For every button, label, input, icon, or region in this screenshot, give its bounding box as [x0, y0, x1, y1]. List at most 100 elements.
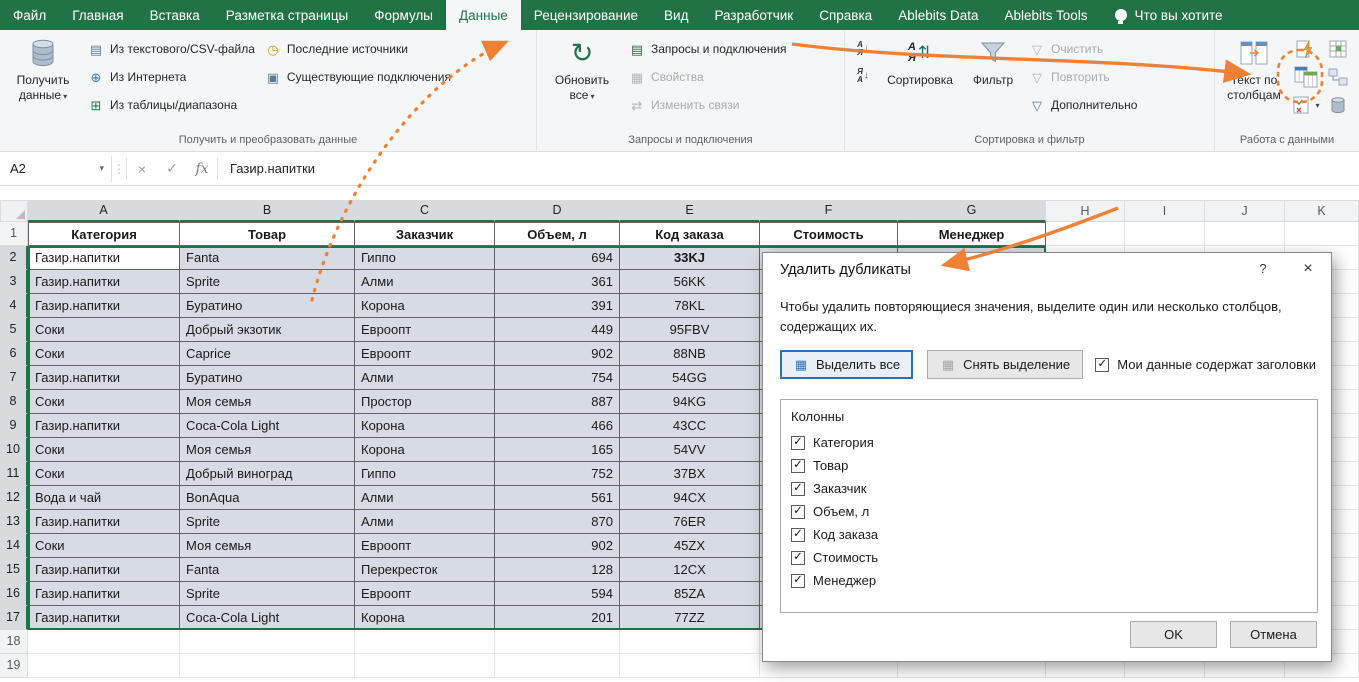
from-text-csv-button[interactable]: ▤Из текстового/CSV-файла — [83, 35, 260, 63]
cell-D5[interactable]: 449 — [495, 318, 620, 342]
edit-links-button[interactable]: ⇄Изменить связи — [624, 91, 792, 119]
row-header-19[interactable]: 19 — [0, 654, 28, 678]
cell-D8[interactable]: 887 — [495, 390, 620, 414]
cell-A16[interactable]: Газир.напитки — [28, 582, 180, 606]
select-all-corner[interactable] — [0, 200, 28, 222]
row-header-2[interactable]: 2 — [0, 246, 28, 270]
cell-A11[interactable]: Соки — [28, 462, 180, 486]
cell-G1[interactable]: Менеджер — [898, 222, 1046, 246]
cell-A3[interactable]: Газир.напитки — [28, 270, 180, 294]
cell-D17[interactable]: 201 — [495, 606, 620, 630]
cell-E18[interactable] — [620, 630, 760, 654]
cell-E5[interactable]: 95FBV — [620, 318, 760, 342]
cell-E17[interactable]: 77ZZ — [620, 606, 760, 630]
cell-J1[interactable] — [1205, 222, 1285, 246]
cell-B17[interactable]: Coca-Cola Light — [180, 606, 355, 630]
cell-D12[interactable]: 561 — [495, 486, 620, 510]
cell-B11[interactable]: Добрый виноград — [180, 462, 355, 486]
clear-filter-button[interactable]: ▽Очистить — [1024, 35, 1142, 63]
cell-C19[interactable] — [355, 654, 495, 678]
tab-data[interactable]: Данные — [446, 0, 521, 30]
cell-E7[interactable]: 54GG — [620, 366, 760, 390]
cell-E1[interactable]: Код заказа — [620, 222, 760, 246]
cell-E6[interactable]: 88NB — [620, 342, 760, 366]
name-box[interactable]: A2 ▾ — [0, 156, 112, 182]
dialog-column-item-1[interactable]: ✓Категория — [791, 431, 1307, 454]
cell-E11[interactable]: 37BX — [620, 462, 760, 486]
column-header-A[interactable]: A — [28, 200, 180, 222]
checkbox-checked-icon[interactable]: ✓ — [791, 505, 805, 519]
cell-E12[interactable]: 94CX — [620, 486, 760, 510]
row-header-4[interactable]: 4 — [0, 294, 28, 318]
cell-C3[interactable]: Алми — [355, 270, 495, 294]
row-header-18[interactable]: 18 — [0, 630, 28, 654]
cell-C10[interactable]: Корона — [355, 438, 495, 462]
column-header-J[interactable]: J — [1205, 200, 1285, 222]
row-header-3[interactable]: 3 — [0, 270, 28, 294]
insert-function-button[interactable]: fx — [187, 161, 217, 177]
cell-B4[interactable]: Буратино — [180, 294, 355, 318]
cell-B1[interactable]: Товар — [180, 222, 355, 246]
cell-B3[interactable]: Sprite — [180, 270, 355, 294]
tab-view[interactable]: Вид — [651, 0, 701, 30]
cell-C12[interactable]: Алми — [355, 486, 495, 510]
cell-B8[interactable]: Моя семья — [180, 390, 355, 414]
cell-D1[interactable]: Объем, л — [495, 222, 620, 246]
cancel-button[interactable]: Отмена — [1230, 621, 1317, 648]
row-header-7[interactable]: 7 — [0, 366, 28, 390]
cell-C7[interactable]: Алми — [355, 366, 495, 390]
cell-B14[interactable]: Моя семья — [180, 534, 355, 558]
tab-home[interactable]: Главная — [59, 0, 136, 30]
tab-page-layout[interactable]: Разметка страницы — [213, 0, 361, 30]
tell-me-box[interactable]: Что вы хотите — [1101, 0, 1237, 30]
row-header-8[interactable]: 8 — [0, 390, 28, 414]
cell-B13[interactable]: Sprite — [180, 510, 355, 534]
row-header-16[interactable]: 16 — [0, 582, 28, 606]
cell-B9[interactable]: Coca-Cola Light — [180, 414, 355, 438]
tab-review[interactable]: Рецензирование — [521, 0, 651, 30]
cell-C17[interactable]: Корона — [355, 606, 495, 630]
checkbox-checked-icon[interactable]: ✓ — [791, 574, 805, 588]
dialog-column-item-5[interactable]: ✓Код заказа — [791, 523, 1307, 546]
cell-E9[interactable]: 43CC — [620, 414, 760, 438]
existing-connections-button[interactable]: ▣Существующие подключения — [260, 63, 456, 91]
tab-insert[interactable]: Вставка — [137, 0, 213, 30]
cell-D7[interactable]: 754 — [495, 366, 620, 390]
sort-button[interactable]: АЯ ⇅ Сортировка — [878, 33, 962, 130]
column-header-G[interactable]: G — [898, 200, 1046, 222]
checkbox-checked-icon[interactable]: ✓ — [791, 482, 805, 496]
properties-button[interactable]: ▦Свойства — [624, 63, 792, 91]
cell-C13[interactable]: Алми — [355, 510, 495, 534]
cell-B19[interactable] — [180, 654, 355, 678]
reapply-filter-button[interactable]: ▽Повторить — [1024, 63, 1142, 91]
row-header-12[interactable]: 12 — [0, 486, 28, 510]
my-data-has-headers-checkbox[interactable]: ✓ Мои данные содержат заголовки — [1095, 357, 1316, 372]
cell-C18[interactable] — [355, 630, 495, 654]
cell-C9[interactable]: Корона — [355, 414, 495, 438]
remove-duplicates-button[interactable] — [1290, 63, 1322, 91]
formula-input[interactable]: Газир.напитки — [218, 161, 1359, 176]
cell-A9[interactable]: Газир.напитки — [28, 414, 180, 438]
cell-E16[interactable]: 85ZA — [620, 582, 760, 606]
checkbox-checked-icon[interactable]: ✓ — [1095, 358, 1109, 372]
tab-formulas[interactable]: Формулы — [361, 0, 446, 30]
dialog-column-item-7[interactable]: ✓Менеджер — [791, 569, 1307, 592]
cell-A17[interactable]: Газир.напитки — [28, 606, 180, 630]
cell-D9[interactable]: 466 — [495, 414, 620, 438]
dialog-help-button[interactable]: ? — [1241, 253, 1285, 284]
unselect-all-button[interactable]: ▦ Снять выделение — [927, 350, 1083, 379]
cell-A5[interactable]: Соки — [28, 318, 180, 342]
cell-B18[interactable] — [180, 630, 355, 654]
cell-I1[interactable] — [1125, 222, 1205, 246]
data-validation-button[interactable]: ▾ — [1290, 91, 1322, 119]
cell-C14[interactable]: Евроопт — [355, 534, 495, 558]
tab-ablebits-data[interactable]: Ablebits Data — [885, 0, 991, 30]
get-data-button[interactable]: Получить данные▾ — [3, 33, 83, 130]
dialog-close-button[interactable]: × — [1285, 253, 1331, 284]
column-header-I[interactable]: I — [1125, 200, 1205, 222]
queries-connections-button[interactable]: ▤Запросы и подключения — [624, 35, 792, 63]
cell-C15[interactable]: Перекресток — [355, 558, 495, 582]
cell-A13[interactable]: Газир.напитки — [28, 510, 180, 534]
cell-C6[interactable]: Евроопт — [355, 342, 495, 366]
cell-A8[interactable]: Соки — [28, 390, 180, 414]
